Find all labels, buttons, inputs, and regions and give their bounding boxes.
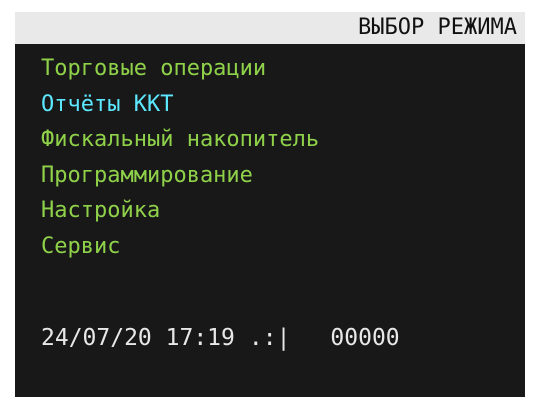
- menu-item-settings[interactable]: Настройка: [41, 193, 511, 229]
- status-line: 24/07/20 17:19 .:| 00000: [41, 323, 400, 353]
- device-frame: ВЫБОР РЕЖИМА Торговые операции Отчёты КК…: [0, 0, 538, 407]
- device-screen: ВЫБОР РЕЖИМА Торговые операции Отчёты КК…: [15, 12, 525, 397]
- mode-menu: Торговые операции Отчёты ККТ Фискальный …: [41, 51, 511, 264]
- menu-item-service[interactable]: Сервис: [41, 229, 511, 265]
- menu-item-programming[interactable]: Программирование: [41, 158, 511, 194]
- status-counter: 00000: [330, 325, 400, 351]
- screen-title: ВЫБОР РЕЖИМА: [358, 15, 517, 40]
- status-datetime: 24/07/20 17:19: [41, 325, 235, 351]
- signal-indicator: .:|: [248, 325, 291, 351]
- menu-item-trade-operations[interactable]: Торговые операции: [41, 51, 511, 87]
- menu-item-kkt-reports[interactable]: Отчёты ККТ: [41, 87, 511, 123]
- title-bar: ВЫБОР РЕЖИМА: [15, 12, 525, 44]
- menu-item-fiscal-storage[interactable]: Фискальный накопитель: [41, 122, 511, 158]
